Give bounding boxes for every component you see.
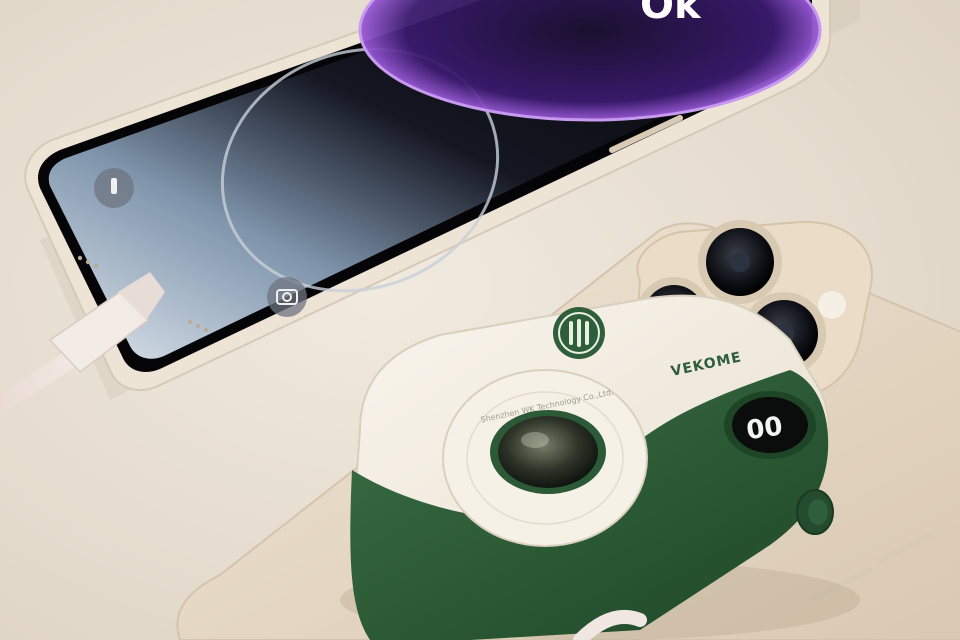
flash-icon (818, 291, 846, 319)
power-button[interactable] (796, 489, 834, 535)
battery-display: 00 (724, 391, 816, 459)
product-scene: Ok Shenzhen WK Technology Co.,Ltd. VEKOM… (0, 0, 960, 640)
rear-camera-lens (698, 220, 782, 304)
wallpaper-text: Ok (640, 0, 702, 28)
product-photo: Ok Shenzhen WK Technology Co.,Ltd. VEKOM… (0, 0, 960, 640)
brand-logo-icon (553, 307, 605, 359)
camera-icon[interactable] (267, 277, 307, 317)
power-bank-lens (490, 410, 606, 494)
power-bank: Shenzhen WK Technology Co.,Ltd. VEKOME 0… (340, 294, 860, 640)
flashlight-icon[interactable] (94, 168, 134, 208)
display-value: 00 (745, 411, 785, 446)
